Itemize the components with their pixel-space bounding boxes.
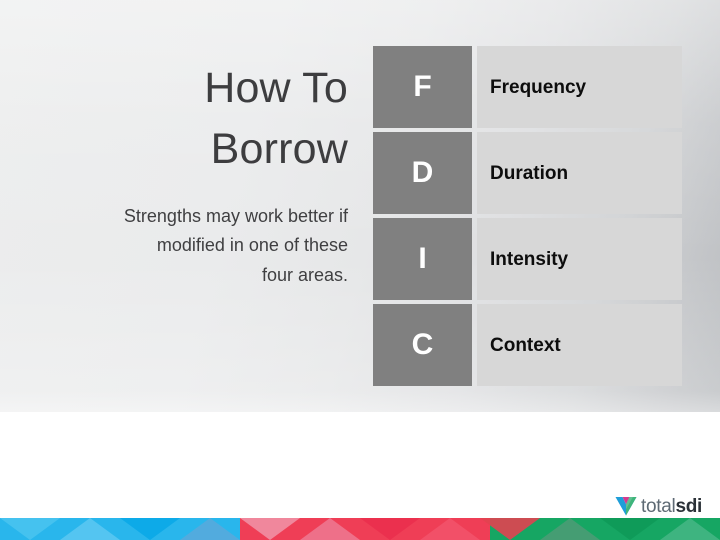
footer-area [0,412,720,520]
table-cell-word: Intensity [477,218,682,300]
triangle-pattern [0,518,720,540]
table-cell-word: Duration [477,132,682,214]
table-row: D Duration [373,132,682,214]
table-cell-letter: F [373,46,472,128]
table-cell-letter: D [373,132,472,214]
table-cell-word: Context [477,304,682,386]
page-title: How To Borrow [204,64,348,174]
logo-wordmark: totalsdi [641,497,702,516]
bottom-triangle-band [0,518,720,540]
brand-logo: totalsdi [615,494,702,518]
table-cell-letter: I [373,218,472,300]
totalsdi-v-logo-icon [615,497,637,516]
fdic-table: F Frequency D Duration I Intensity C Con… [373,46,682,386]
table-cell-word: Frequency [477,46,682,128]
left-text-block: How To Borrow Strengths may work better … [0,58,348,290]
logo-text-sdi: sdi [675,495,702,517]
table-cell-letter: C [373,304,472,386]
table-row: I Intensity [373,218,682,300]
slide-subtitle: Strengths may work better if modified in… [123,206,348,285]
logo-text-total: total [641,495,676,517]
slide: How To Borrow Strengths may work better … [0,0,720,540]
table-row: C Context [373,304,682,386]
table-row: F Frequency [373,46,682,128]
